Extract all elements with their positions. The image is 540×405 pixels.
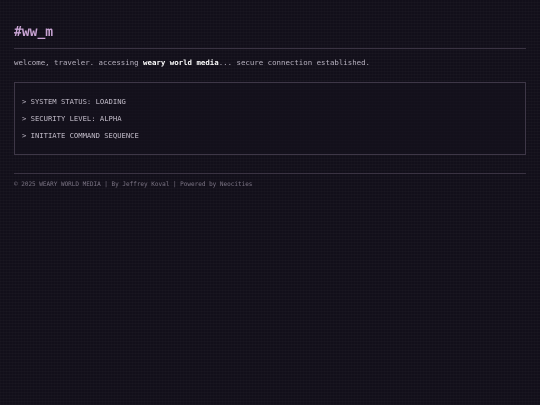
- site-logo[interactable]: #ww_m: [14, 25, 53, 40]
- welcome-prefix: welcome, traveler. accessing: [14, 58, 144, 67]
- terminal-panel: > SYSTEM STATUS: LOADING > SECURITY LEVE…: [14, 82, 526, 155]
- header-divider: [14, 48, 526, 49]
- footer-divider: [14, 173, 526, 174]
- terminal-line-status: > SYSTEM STATUS: LOADING: [22, 97, 126, 106]
- footer-text: © 2025 WEARY WORLD MEDIA | By Jeffrey Ko…: [14, 181, 253, 188]
- page: #ww_m welcome, traveler. accessing weary…: [0, 0, 540, 405]
- welcome-suffix: ... secure connection established.: [218, 58, 370, 67]
- welcome-message: welcome, traveler. accessing weary world…: [14, 58, 370, 67]
- terminal-line-command: > INITIATE COMMAND SEQUENCE: [22, 131, 139, 140]
- terminal-line-security: > SECURITY LEVEL: ALPHA: [22, 114, 122, 123]
- welcome-brand: weary world media: [143, 58, 219, 67]
